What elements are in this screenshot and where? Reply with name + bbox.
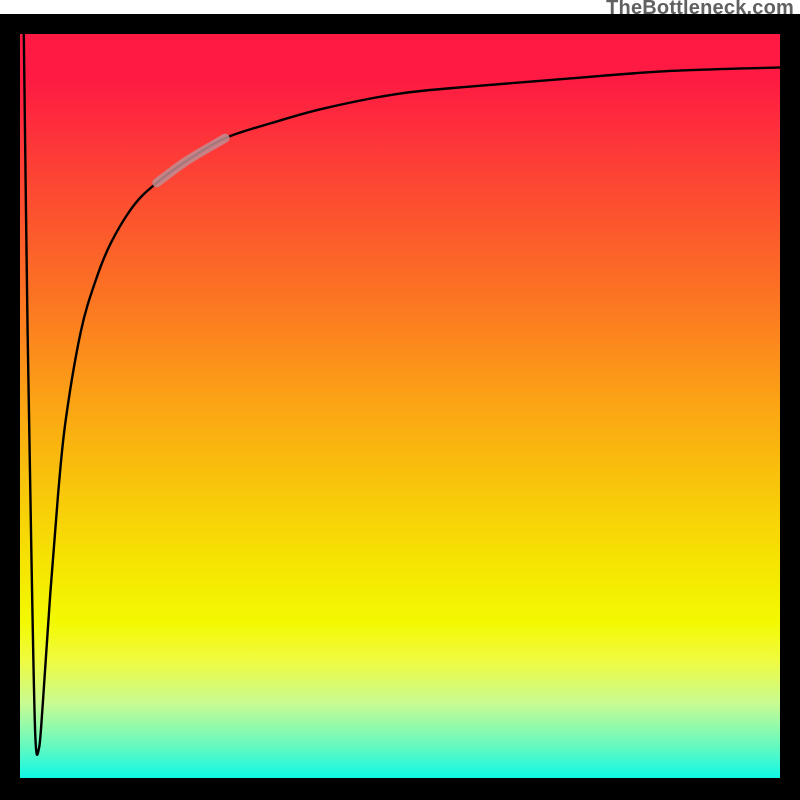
chart-stage: TheBottleneck.com [0, 0, 800, 800]
plot-area [20, 34, 780, 778]
curve-highlight [157, 138, 225, 183]
curve-svg [20, 34, 780, 778]
plot-frame [0, 14, 800, 800]
bottleneck-curve [24, 34, 780, 755]
